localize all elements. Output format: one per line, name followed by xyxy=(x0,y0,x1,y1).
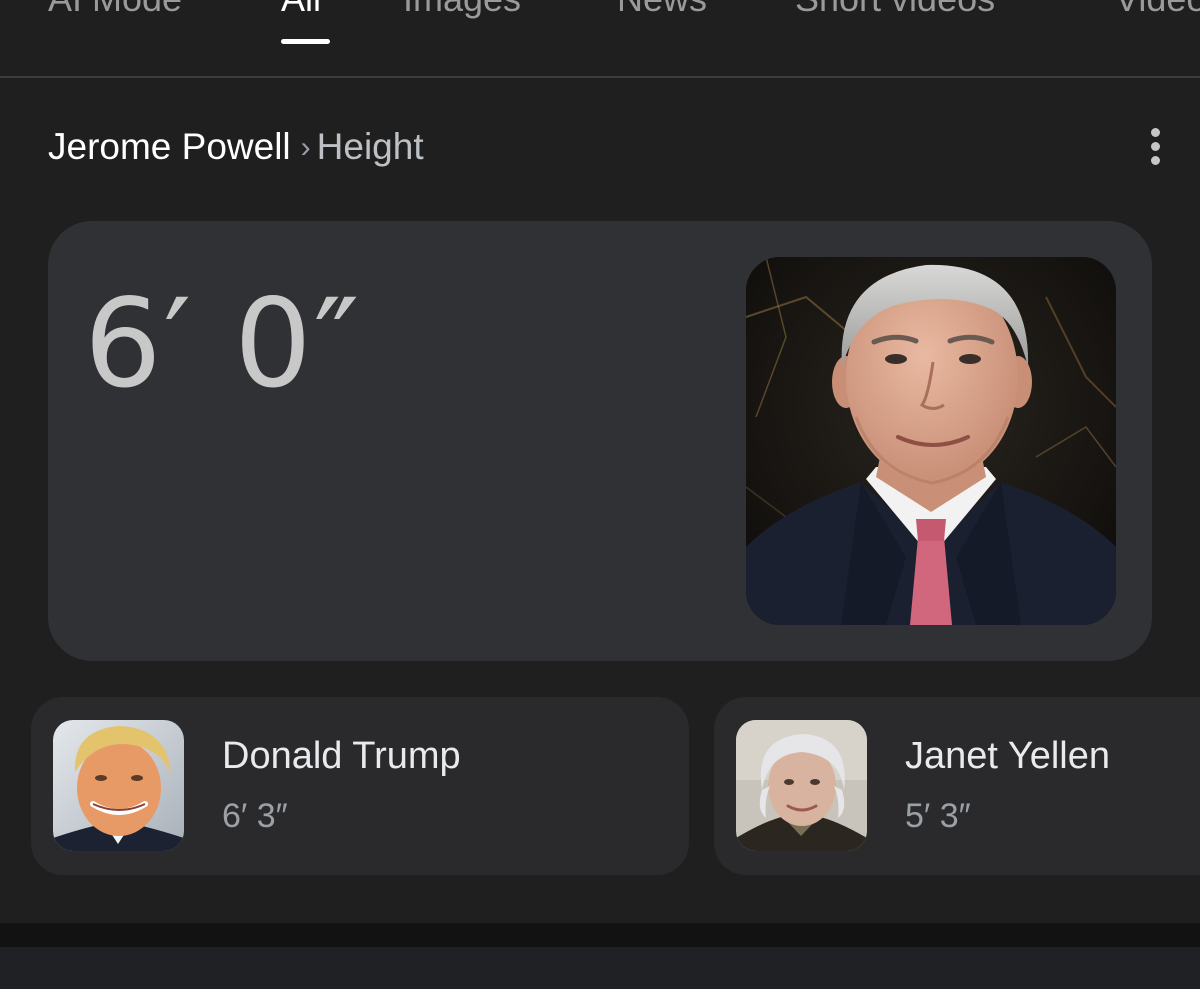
related-person-name: Donald Trump xyxy=(222,735,461,777)
section-divider xyxy=(0,923,1200,947)
breadcrumb-separator-icon: › xyxy=(300,131,311,164)
related-person-height: 6′ 3″ xyxy=(222,797,288,835)
answer-card: 6′ 0″ xyxy=(48,221,1152,661)
more-vert-icon xyxy=(1151,128,1160,137)
portrait-illustration xyxy=(746,257,1116,625)
related-person-name: Janet Yellen xyxy=(905,735,1110,777)
janet-yellen-thumbnail-illustration xyxy=(736,720,867,851)
related-person-card[interactable]: Janet Yellen 5′ 3″ xyxy=(714,697,1200,875)
more-options-button[interactable] xyxy=(1137,126,1173,168)
portrait-image[interactable] xyxy=(746,257,1116,625)
next-section xyxy=(0,947,1200,989)
breadcrumb: Jerome Powell › Height xyxy=(48,124,424,173)
tab-all[interactable]: All xyxy=(281,0,321,20)
more-vert-icon-dot xyxy=(1151,142,1160,151)
tab-images[interactable]: Images xyxy=(403,0,521,20)
donald-trump-thumbnail-illustration xyxy=(53,720,184,851)
related-person-height: 5′ 3″ xyxy=(905,797,971,835)
more-vert-icon-dot xyxy=(1151,156,1160,165)
tab-videos[interactable]: Videos xyxy=(1115,0,1200,20)
tab-news[interactable]: News xyxy=(617,0,707,20)
related-person-thumbnail xyxy=(53,720,184,851)
height-value: 6′ 0″ xyxy=(84,273,362,415)
tab-short-videos[interactable]: Short videos xyxy=(795,0,995,20)
related-person-card[interactable]: Donald Trump 6′ 3″ xyxy=(31,697,689,875)
active-tab-indicator xyxy=(281,39,330,44)
related-person-thumbnail xyxy=(736,720,867,851)
breadcrumb-attribute: Height xyxy=(316,126,424,167)
breadcrumb-entity[interactable]: Jerome Powell xyxy=(48,126,291,167)
tab-ai-mode[interactable]: AI Mode xyxy=(48,0,182,20)
search-tabs: AI Mode All Images News Short videos Vid… xyxy=(0,0,1200,78)
